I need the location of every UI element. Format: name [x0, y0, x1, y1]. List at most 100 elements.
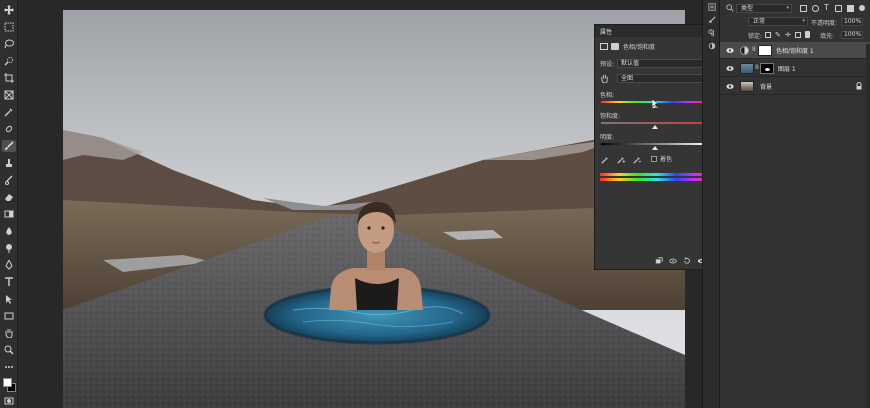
- adjustment-icon: [600, 42, 608, 50]
- lock-label: 锁定:: [748, 33, 763, 40]
- output-spectrum-bar: [600, 178, 714, 181]
- blend-mode-value: 正常: [753, 18, 766, 25]
- hue-label: 色相:: [600, 91, 615, 99]
- fill-field[interactable]: 100%: [841, 31, 863, 39]
- history-icon[interactable]: [707, 2, 717, 12]
- lightness-label: 明度:: [600, 133, 615, 141]
- type-icon[interactable]: [2, 276, 16, 288]
- view-previous-icon[interactable]: [668, 256, 678, 265]
- lasso-icon[interactable]: [2, 38, 16, 50]
- properties-title: 属性: [600, 28, 613, 36]
- layers-scrollbar[interactable]: [866, 44, 870, 408]
- zoom-icon[interactable]: [2, 344, 16, 356]
- lightness-slider[interactable]: [601, 143, 708, 145]
- rectangle-icon[interactable]: [2, 310, 16, 322]
- mask-icon: [611, 42, 619, 50]
- filter-type-icon[interactable]: T: [824, 3, 829, 12]
- blend-mode-select[interactable]: 正常 ▾: [748, 17, 808, 26]
- layer-row-hue-saturation[interactable]: 8 色相/饱和度 1: [720, 42, 870, 59]
- hand-adjust-icon[interactable]: [600, 74, 609, 84]
- brush-icon[interactable]: [2, 140, 16, 152]
- move-icon[interactable]: [2, 4, 16, 16]
- lock-transparent-icon[interactable]: [765, 32, 771, 38]
- lock-artboard-icon[interactable]: [795, 32, 801, 38]
- frame-icon[interactable]: [2, 89, 16, 101]
- gradient-icon[interactable]: [2, 208, 16, 220]
- history-brush-icon[interactable]: [2, 174, 16, 186]
- eyedropper-icon[interactable]: [2, 106, 16, 118]
- opacity-field[interactable]: 100%: [841, 18, 863, 26]
- paragraph-icon[interactable]: [707, 28, 717, 38]
- eyedropper-icon[interactable]: [601, 156, 609, 164]
- channel-value: 全图: [621, 75, 634, 82]
- filter-adjust-icon[interactable]: [812, 5, 819, 12]
- crop-icon[interactable]: [2, 72, 16, 84]
- eyedropper-subtract-icon[interactable]: [633, 156, 641, 164]
- adjust-icon[interactable]: [707, 41, 717, 51]
- saturation-slider[interactable]: [601, 122, 708, 124]
- stamp-icon[interactable]: [2, 157, 16, 169]
- tools-panel: [0, 0, 18, 408]
- chevron-down-icon: ▾: [802, 18, 805, 24]
- adjustment-layer-icon: [740, 46, 749, 55]
- cursor-icon: [651, 98, 659, 109]
- link-icon: 8: [755, 64, 759, 71]
- lock-all-icon[interactable]: [805, 31, 810, 38]
- adjustment-name: 色相/饱和度: [623, 43, 656, 51]
- opacity-label: 不透明度:: [811, 20, 838, 27]
- document-canvas[interactable]: [63, 10, 685, 408]
- blur-icon[interactable]: [2, 225, 16, 237]
- eraser-icon[interactable]: [2, 191, 16, 203]
- filter-smart-icon[interactable]: [847, 5, 854, 12]
- dodge-icon[interactable]: [2, 242, 16, 254]
- search-icon: [726, 4, 734, 12]
- layers-panel: 类型 ▾ T 正常 ▾ 不透明度: 100% 锁定: ✎ ✛ 填充: 100% …: [720, 0, 870, 408]
- saturation-slider-thumb[interactable]: [651, 125, 658, 129]
- visibility-eye-icon[interactable]: [726, 47, 734, 54]
- colorize-checkbox[interactable]: [651, 156, 657, 162]
- visibility-eye-icon[interactable]: [726, 65, 734, 72]
- layer-name[interactable]: 图层 1: [778, 64, 796, 73]
- eyedropper-add-icon[interactable]: [617, 156, 625, 164]
- fill-label: 填充:: [820, 33, 835, 40]
- healing-icon[interactable]: [2, 123, 16, 135]
- clip-to-layer-icon[interactable]: [654, 256, 664, 265]
- lock-position-icon[interactable]: ✛: [785, 31, 791, 39]
- layer-filter-select[interactable]: 类型 ▾: [736, 4, 792, 13]
- layer-thumbnail[interactable]: [740, 63, 754, 74]
- path-select-icon[interactable]: [2, 293, 16, 305]
- panel-icon-strip: [702, 0, 720, 408]
- layer-filter-value: 类型: [741, 5, 754, 12]
- saturation-label: 饱和度:: [600, 112, 621, 120]
- layer-name[interactable]: 背景: [760, 82, 772, 91]
- layer-name[interactable]: 色相/饱和度 1: [776, 46, 814, 55]
- filter-shape-icon[interactable]: [835, 5, 842, 12]
- hand-icon[interactable]: [2, 327, 16, 339]
- lock-pixels-icon[interactable]: ✎: [775, 31, 781, 39]
- reset-icon[interactable]: [682, 256, 692, 265]
- visibility-eye-icon[interactable]: [726, 83, 734, 90]
- preset-label: 预设:: [600, 60, 615, 68]
- lightness-slider-thumb[interactable]: [651, 146, 658, 150]
- layer-row-background[interactable]: 背景: [720, 78, 870, 95]
- photo-image: [63, 10, 685, 408]
- more-tools-icon[interactable]: [2, 361, 16, 373]
- filter-pixel-icon[interactable]: [800, 5, 807, 12]
- quick-mask-icon[interactable]: [2, 396, 16, 406]
- input-spectrum-bar: [600, 173, 714, 176]
- marquee-icon[interactable]: [2, 21, 16, 33]
- foreground-color-swatch[interactable]: [3, 378, 12, 387]
- lock-icon: [856, 82, 862, 90]
- layer-thumbnail[interactable]: [740, 81, 754, 92]
- layer-row-layer-1[interactable]: 8 图层 1: [720, 60, 870, 77]
- preset-value: 默认值: [621, 60, 640, 67]
- pen-icon[interactable]: [2, 259, 16, 271]
- link-icon: 8: [752, 46, 756, 53]
- filter-toggle-icon[interactable]: [859, 5, 865, 11]
- colorize-label: 着色: [660, 156, 673, 163]
- brush-settings-icon[interactable]: [707, 15, 717, 25]
- layer-mask-thumbnail[interactable]: [760, 63, 774, 74]
- quick-select-icon[interactable]: [2, 55, 16, 67]
- layer-mask-thumbnail[interactable]: [758, 45, 772, 56]
- chevron-down-icon: ▾: [786, 5, 789, 11]
